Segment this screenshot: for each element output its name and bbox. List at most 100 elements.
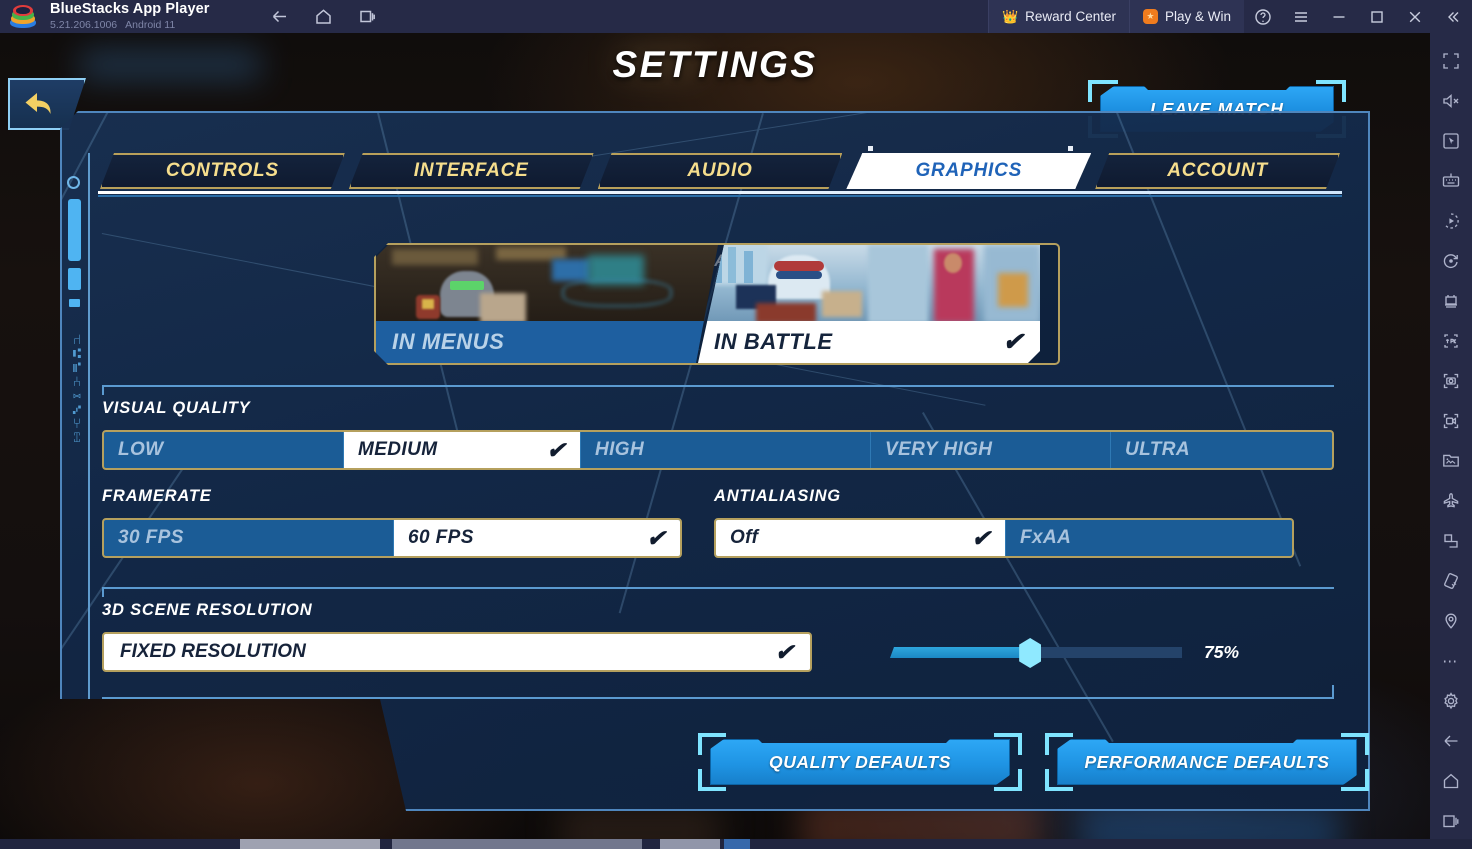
media-manager-icon[interactable] (1430, 441, 1472, 481)
crown-icon: 👑 (1001, 8, 1019, 24)
tab-controls-label: CONTROLS (165, 160, 279, 181)
reward-center-button[interactable]: 👑 Reward Center (987, 0, 1129, 33)
record-screen-icon[interactable] (1430, 401, 1472, 441)
visual-quality-option-very-high[interactable]: VERY HIGH (871, 432, 1111, 468)
play-and-win-button[interactable]: ★ Play & Win (1128, 0, 1244, 33)
antialiasing-option-off[interactable]: Off ✔ (716, 520, 1006, 556)
slider-thumb[interactable] (1019, 638, 1042, 668)
mode-in-battle[interactable]: IN BATTLE ✔ (698, 245, 1040, 363)
antialiasing-option-off-label: Off (730, 527, 759, 548)
visual-quality-option-high[interactable]: HIGH (581, 432, 871, 468)
quality-defaults-button[interactable]: QUALITY DEFAULTS (698, 733, 1022, 791)
scene-resolution-slider-wrap: 75% (890, 638, 1239, 668)
tab-account-label: ACCOUNT (1167, 160, 1268, 181)
tab-audio[interactable]: AUDIO (598, 153, 843, 189)
slider-fill (890, 647, 1031, 658)
visual-quality-option-low[interactable]: LOW (104, 432, 344, 468)
visual-quality-option-low-label: LOW (118, 439, 164, 460)
keyboard-icon[interactable] (1430, 161, 1472, 201)
bluestacks-window: BlueStacks App Player 5.21.206.1006 Andro… (0, 0, 1472, 849)
mode-in-battle-text: IN BATTLE (714, 329, 833, 354)
help-icon[interactable] (1244, 0, 1282, 33)
scene-resolution-label: 3D SCENE RESOLUTION (102, 601, 313, 619)
location-icon[interactable] (1430, 601, 1472, 641)
close-icon[interactable] (1396, 0, 1434, 33)
android-nav-buttons (266, 3, 382, 31)
settings-gear-icon[interactable] (1430, 681, 1472, 721)
collapse-sidebar-icon[interactable] (1434, 0, 1472, 33)
maximize-icon[interactable] (1358, 0, 1396, 33)
visual-quality-label: VISUAL QUALITY (102, 399, 251, 417)
scene-resolution-mode-button[interactable]: FIXED RESOLUTION ✔ (102, 632, 812, 672)
visual-quality-option-medium[interactable]: MEDIUM ✔ (344, 432, 581, 468)
tab-graphics-label: GRAPHICS (915, 160, 1023, 181)
minimize-icon[interactable] (1320, 0, 1358, 33)
macro-play-icon[interactable] (1430, 201, 1472, 241)
more-icon[interactable]: ⋯ (1430, 641, 1472, 681)
mode-in-battle-label: IN BATTLE ✔ (698, 321, 1040, 363)
multi-instance-icon[interactable] (1430, 281, 1472, 321)
antialiasing-check-icon: ✔ (971, 524, 991, 551)
mode-in-menus-label: IN MENUS (376, 321, 718, 363)
framerate-option-60-label: 60 FPS (408, 527, 474, 548)
titlebar-right: 👑 Reward Center ★ Play & Win (987, 0, 1472, 33)
app-version-line: 5.21.206.1006 Android 11 (50, 19, 210, 31)
home-icon[interactable] (1430, 761, 1472, 801)
install-apk-icon[interactable] (1430, 321, 1472, 361)
visual-quality-option-ultra[interactable]: ULTRA (1111, 432, 1332, 468)
rail-footer-block (60, 725, 102, 783)
recents-icon[interactable] (1430, 801, 1472, 841)
tab-graphics[interactable]: GRAPHICS (846, 153, 1091, 189)
desktop-taskbar-strip (0, 839, 1472, 849)
rotate-icon[interactable] (1430, 521, 1472, 561)
back-arrow-icon (25, 92, 51, 114)
performance-defaults-button[interactable]: PERFORMANCE DEFAULTS (1045, 733, 1369, 791)
shake-icon[interactable] (1430, 561, 1472, 601)
scene-resolution-slider[interactable] (890, 638, 1182, 668)
tab-account[interactable]: ACCOUNT (1095, 153, 1340, 189)
mode-in-menus-text: IN MENUS (392, 329, 505, 354)
rail-bar-3 (69, 299, 80, 307)
mode-in-menus[interactable]: IN MENUS (376, 245, 718, 363)
sync-icon[interactable] (1430, 241, 1472, 281)
screenshot-icon[interactable] (1430, 361, 1472, 401)
visual-quality-option-very-high-label: VERY HIGH (885, 439, 993, 460)
menu-icon[interactable] (1282, 0, 1320, 33)
section-visual-quality: VISUAL QUALITY LOW MEDIUM ✔ HIGH VERY HI… (102, 385, 1334, 470)
mode-in-menus-art (376, 245, 718, 323)
section-visual-quality-divider (102, 385, 1334, 395)
reward-center-label: Reward Center (1025, 9, 1116, 24)
fullscreen-icon[interactable] (1430, 41, 1472, 81)
home-icon[interactable] (310, 3, 338, 31)
panel-pip-2 (1068, 146, 1073, 151)
game-viewport: SETTINGS LEAVE MATCH ⑁⑆⑈⑃⑅⑇⑂⑄ CONTROLS I… (0, 33, 1430, 849)
rail-circle-icon (67, 176, 80, 189)
tabs-underline (98, 191, 1342, 194)
panel-pip-1 (868, 146, 873, 151)
tab-interface[interactable]: INTERFACE (349, 153, 594, 189)
section-scene-resolution-divider (102, 587, 1334, 597)
bluestacks-logo-icon (9, 3, 37, 31)
cursor-icon[interactable] (1430, 121, 1472, 161)
back-icon[interactable] (1430, 721, 1472, 761)
scene-resolution-mode-label: FIXED RESOLUTION (120, 641, 306, 662)
scene-resolution-check-icon: ✔ (774, 638, 794, 665)
framerate-option-60[interactable]: 60 FPS ✔ (394, 520, 680, 556)
mode-in-battle-art (698, 245, 1040, 323)
mute-icon[interactable] (1430, 81, 1472, 121)
recents-icon[interactable] (354, 3, 382, 31)
bluestacks-toolbar: ⋯ (1430, 33, 1472, 849)
back-icon[interactable] (266, 3, 294, 31)
settings-tabs: CONTROLS INTERFACE AUDIO GRAPHICS ACCOUN… (100, 153, 1340, 189)
visual-quality-segmented-control: LOW MEDIUM ✔ HIGH VERY HIGH ULTRA (102, 430, 1334, 470)
performance-defaults-label: PERFORMANCE DEFAULTS (1057, 739, 1357, 785)
graphics-mode-selector: IN MENUS IN BATTLE ✔ (374, 243, 1060, 365)
mode-in-battle-check-icon: ✔ (1002, 327, 1024, 356)
settings-panel: ⑁⑆⑈⑃⑅⑇⑂⑄ CONTROLS INTERFACE AUDIO GRAPHI… (60, 111, 1370, 811)
airplane-icon[interactable] (1430, 481, 1472, 521)
section-framerate: FRAMERATE 30 FPS 60 FPS ✔ (102, 487, 682, 558)
quality-defaults-label: QUALITY DEFAULTS (710, 739, 1010, 785)
antialiasing-option-fxaa[interactable]: FxAA (1006, 520, 1292, 556)
framerate-option-30[interactable]: 30 FPS (104, 520, 394, 556)
tab-controls[interactable]: CONTROLS (100, 153, 345, 189)
